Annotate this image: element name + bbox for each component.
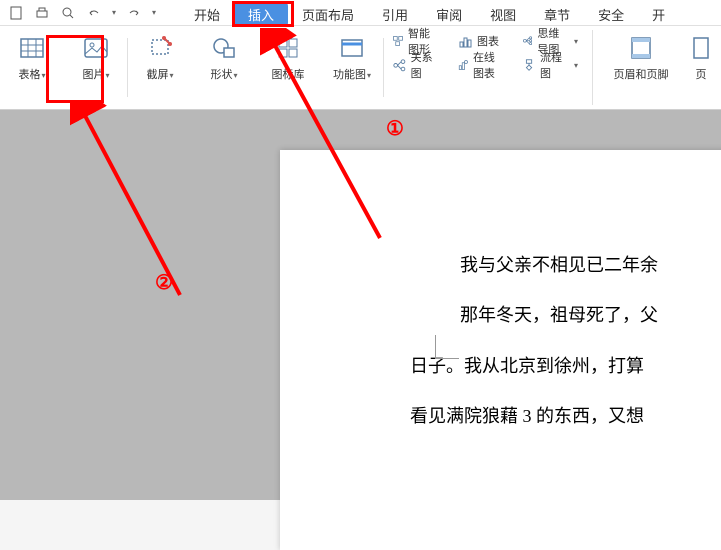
- shapes-button[interactable]: 形状▾: [200, 32, 248, 84]
- doc-line-2: 那年冬天，祖母死了，父: [460, 290, 721, 340]
- screenshot-label: 截屏: [146, 69, 168, 81]
- relation-label: 关系图: [411, 49, 441, 81]
- document-page[interactable]: 我与父亲不相见已二年余 那年冬天，祖母死了，父 日子。我从北京到徐州，打算 看见…: [280, 150, 721, 550]
- new-doc-icon[interactable]: [8, 5, 24, 21]
- redo-icon[interactable]: [126, 5, 142, 21]
- tab-view[interactable]: 视图: [476, 2, 530, 27]
- chart-label: 图表: [477, 33, 499, 49]
- relation-icon: [392, 57, 407, 73]
- document-canvas[interactable]: 我与父亲不相见已二年余 那年冬天，祖母死了，父 日子。我从北京到徐州，打算 看见…: [0, 110, 721, 500]
- ribbon-insert: 表格▾ 图片▾ 截屏▾ 形状▾: [0, 26, 721, 110]
- relation-button[interactable]: 关系图: [388, 54, 445, 76]
- smart-art-icon: [392, 33, 404, 49]
- page-button[interactable]: 页: [689, 32, 713, 84]
- document-text: 我与父亲不相见已二年余 那年冬天，祖母死了，父 日子。我从北京到徐州，打算 看见…: [460, 240, 721, 442]
- function-chart-label: 功能图: [333, 69, 366, 81]
- page-label: 页: [696, 66, 707, 82]
- tab-start[interactable]: 开始: [180, 2, 234, 27]
- undo-icon[interactable]: [86, 5, 102, 21]
- table-button[interactable]: 表格▾: [8, 32, 56, 84]
- header-footer-icon: [627, 34, 655, 62]
- flowchart-button[interactable]: 流程图▾: [518, 54, 582, 76]
- icon-library-label: 图标库: [272, 66, 305, 82]
- icon-library-icon: [274, 34, 302, 62]
- flowchart-label: 流程图: [540, 49, 569, 81]
- doc-line-4: 看见满院狼藉 3 的东西，又想: [410, 391, 721, 441]
- function-chart-button[interactable]: 功能图▾: [328, 32, 376, 84]
- preview-icon[interactable]: [60, 5, 76, 21]
- tab-security[interactable]: 安全: [584, 2, 638, 27]
- shapes-label: 形状: [210, 69, 232, 81]
- tab-chapter[interactable]: 章节: [530, 2, 584, 27]
- picture-icon: [82, 34, 110, 62]
- tab-more[interactable]: 开: [638, 2, 679, 27]
- icon-library-button[interactable]: 图标库: [264, 32, 312, 84]
- cursor-indicator: [435, 335, 459, 359]
- online-chart-label: 在线图表: [473, 49, 506, 81]
- ribbon-tabs: 开始 插入 页面布局 引用 审阅 视图 章节 安全 开: [180, 2, 679, 27]
- mindmap-icon: [522, 33, 533, 49]
- online-chart-button[interactable]: 在线图表: [453, 54, 510, 76]
- shapes-icon: [210, 34, 238, 62]
- tab-review[interactable]: 审阅: [422, 2, 476, 27]
- quick-access-toolbar: ▾ ▾ 开始 插入 页面布局 引用 审阅 视图 章节 安全 开: [0, 0, 721, 26]
- doc-line-1: 我与父亲不相见已二年余: [460, 240, 721, 290]
- picture-button[interactable]: 图片▾: [72, 32, 120, 84]
- picture-label: 图片: [82, 69, 104, 81]
- table-label: 表格: [18, 69, 40, 81]
- print-icon[interactable]: [34, 5, 50, 21]
- online-chart-icon: [457, 57, 469, 73]
- header-footer-label: 页眉和页脚: [614, 66, 669, 82]
- table-icon: [18, 34, 46, 62]
- tab-references[interactable]: 引用: [368, 2, 422, 27]
- header-footer-button[interactable]: 页眉和页脚: [609, 32, 673, 84]
- screenshot-button[interactable]: 截屏▾: [136, 32, 184, 84]
- tab-insert[interactable]: 插入: [234, 2, 288, 27]
- tab-page-layout[interactable]: 页面布局: [288, 2, 368, 27]
- screenshot-icon: [146, 34, 174, 62]
- flowchart-icon: [522, 57, 536, 73]
- function-chart-icon: [338, 34, 366, 62]
- page-icon: [687, 34, 715, 62]
- chart-icon: [457, 33, 473, 49]
